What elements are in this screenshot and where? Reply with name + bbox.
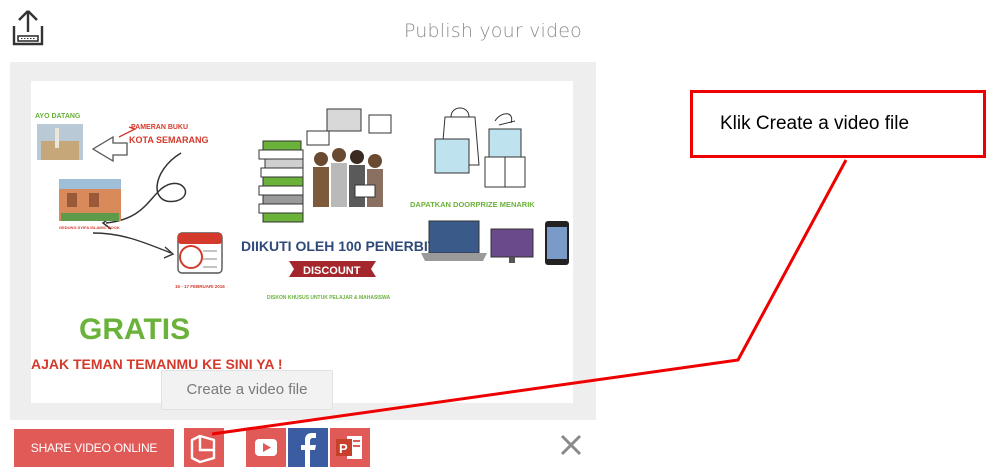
- diskon-khusus-text: DISKON KHUSUS UNTUK PELAJAR & MAHASISWA: [267, 295, 390, 301]
- electronics: [421, 220, 569, 265]
- diikuti-text: DIIKUTI OLEH 100 PENERBIT: [241, 238, 437, 254]
- pameran-buku-text: PAMERAN BUKU: [131, 124, 188, 131]
- youtube-icon[interactable]: [246, 428, 286, 467]
- callout-text: Klik Create a video file: [720, 113, 910, 134]
- create-video-tooltip: Create a video file: [161, 370, 333, 410]
- publish-panel: Publish your video AYO DATANG PAMERAN BU…: [0, 0, 596, 467]
- doorprize-text: DAPATKAN DOORPRIZE MENARIK: [410, 200, 535, 209]
- share-video-online-button[interactable]: SHARE VIDEO ONLINE: [14, 429, 174, 467]
- crowd-illustration: [306, 108, 392, 207]
- ayo-datang-text: AYO DATANG: [35, 113, 81, 120]
- svg-text:P: P: [339, 441, 348, 456]
- gedung-text: GEDUNG SYIFA ISLAMIC BOOK: [59, 225, 120, 230]
- video-preview: AYO DATANG PAMERAN BUKU KOTA SEMARANG GE…: [31, 81, 573, 403]
- create-video-file-icon[interactable]: [184, 428, 224, 467]
- preview-artwork: AYO DATANG PAMERAN BUKU KOTA SEMARANG GE…: [31, 107, 569, 372]
- gift-bags: [434, 107, 526, 188]
- page-title: Publish your video: [403, 20, 582, 42]
- book-stack: [258, 140, 304, 223]
- panel-header: Publish your video: [0, 0, 596, 62]
- close-icon[interactable]: [556, 430, 586, 460]
- annotation-callout: Klik Create a video file: [690, 90, 986, 158]
- upload-tray-icon[interactable]: [9, 8, 47, 48]
- tanggal-text: 15 - 17 FEBRUARI 2016: [175, 284, 225, 289]
- powerpoint-icon[interactable]: P: [330, 428, 370, 467]
- kota-semarang-text: KOTA SEMARANG: [129, 135, 209, 145]
- gratis-text: GRATIS: [79, 313, 190, 346]
- outline-arrow: [91, 135, 128, 163]
- discount-text: DISCOUNT: [303, 265, 361, 277]
- facebook-icon[interactable]: [288, 428, 328, 467]
